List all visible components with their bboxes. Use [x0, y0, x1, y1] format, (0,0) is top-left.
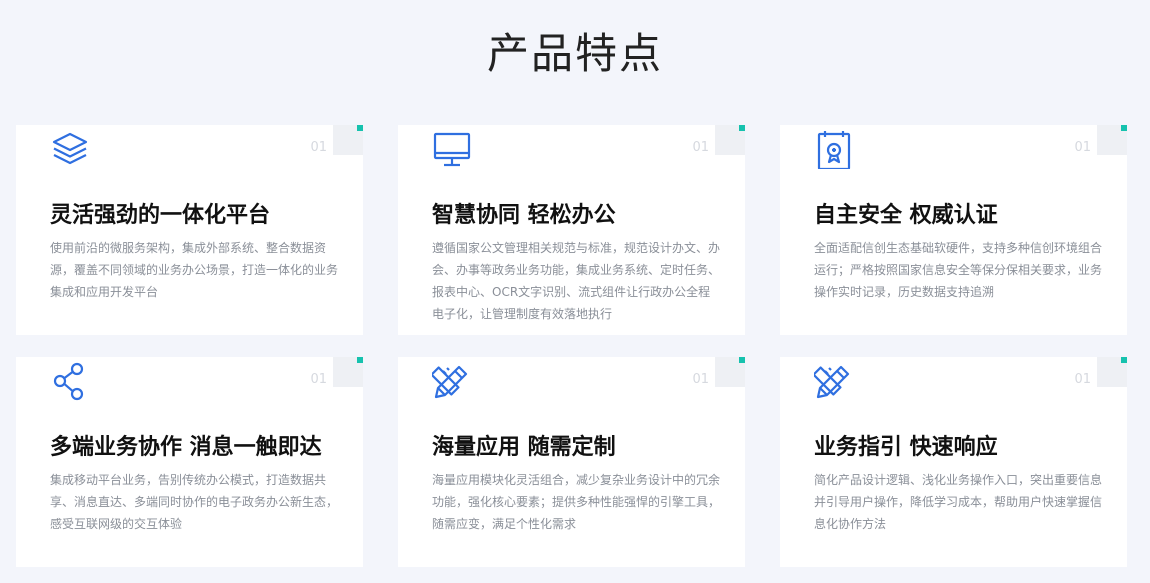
card-description: 遵循国家公文管理相关规范与标准，规范设计办文、办会、办事等政务业务功能，集成业务…	[432, 241, 721, 321]
card-title: 多端业务协作 消息一触即达	[50, 435, 322, 460]
corner-decoration	[1097, 357, 1127, 387]
card-title: 自主安全 权威认证	[814, 203, 998, 228]
card-number: 01	[310, 140, 327, 155]
corner-decoration	[1097, 125, 1127, 155]
pencil-ruler-icon	[814, 361, 854, 401]
card-description: 海量应用模块化灵活组合，减少复杂业务设计中的冗余功能，强化核心要素；提供多种性能…	[432, 473, 721, 531]
card-number: 01	[1074, 372, 1091, 387]
feature-card: 01 业务指引 快速响应 简化产品设计逻辑、浅化业务操作入口，突出重要信息并引导…	[780, 357, 1127, 567]
card-title: 灵活强劲的一体化平台	[50, 203, 271, 228]
page-title: 产品特点	[486, 29, 663, 78]
card-title: 智慧协同 轻松办公	[432, 203, 616, 228]
layers-icon	[50, 129, 90, 169]
feature-card: 01 自主安全 权威认证 全面适配信创生态基础软硬件，支持多种信创环境组合运行；…	[780, 125, 1127, 335]
corner-decoration	[333, 357, 363, 387]
corner-decoration	[715, 125, 745, 155]
share-icon	[50, 361, 90, 401]
feature-card: 01 灵活强劲的一体化平台 使用前沿的微服务架构，集成外部系统、整合数据资源，覆…	[16, 125, 363, 335]
card-number: 01	[692, 372, 709, 387]
certificate-icon	[814, 129, 854, 169]
corner-decoration	[333, 125, 363, 155]
feature-card: 01 多端业务协作 消息一触即达 集成移动平台业务，告别传统办公模式，打造数据共…	[16, 357, 363, 567]
card-title: 业务指引 快速响应	[814, 435, 998, 460]
card-number: 01	[692, 140, 709, 155]
card-description: 集成移动平台业务，告别传统办公模式，打造数据共享、消息直达、多端同时协作的电子政…	[50, 473, 339, 531]
feature-card: 01 智慧协同 轻松办公 遵循国家公文管理相关规范与标准，规范设计办文、办会、办…	[398, 125, 745, 335]
card-description: 使用前沿的微服务架构，集成外部系统、整合数据资源，覆盖不同领域的业务办公场景，打…	[50, 241, 339, 299]
feature-card: 01 海量应用 随需定制 海量应用模块化灵活组合，减少复杂业务设计中的冗余功能，…	[398, 357, 745, 567]
card-number: 01	[1074, 140, 1091, 155]
card-number: 01	[310, 372, 327, 387]
card-description: 简化产品设计逻辑、浅化业务操作入口，突出重要信息并引导用户操作，降低学习成本，帮…	[814, 473, 1103, 531]
card-description: 全面适配信创生态基础软硬件，支持多种信创环境组合运行；严格按照国家信息安全等保分…	[814, 241, 1103, 299]
corner-decoration	[715, 357, 745, 387]
card-title: 海量应用 随需定制	[432, 435, 616, 460]
monitor-icon	[432, 129, 472, 169]
pencil-ruler-icon	[432, 361, 472, 401]
